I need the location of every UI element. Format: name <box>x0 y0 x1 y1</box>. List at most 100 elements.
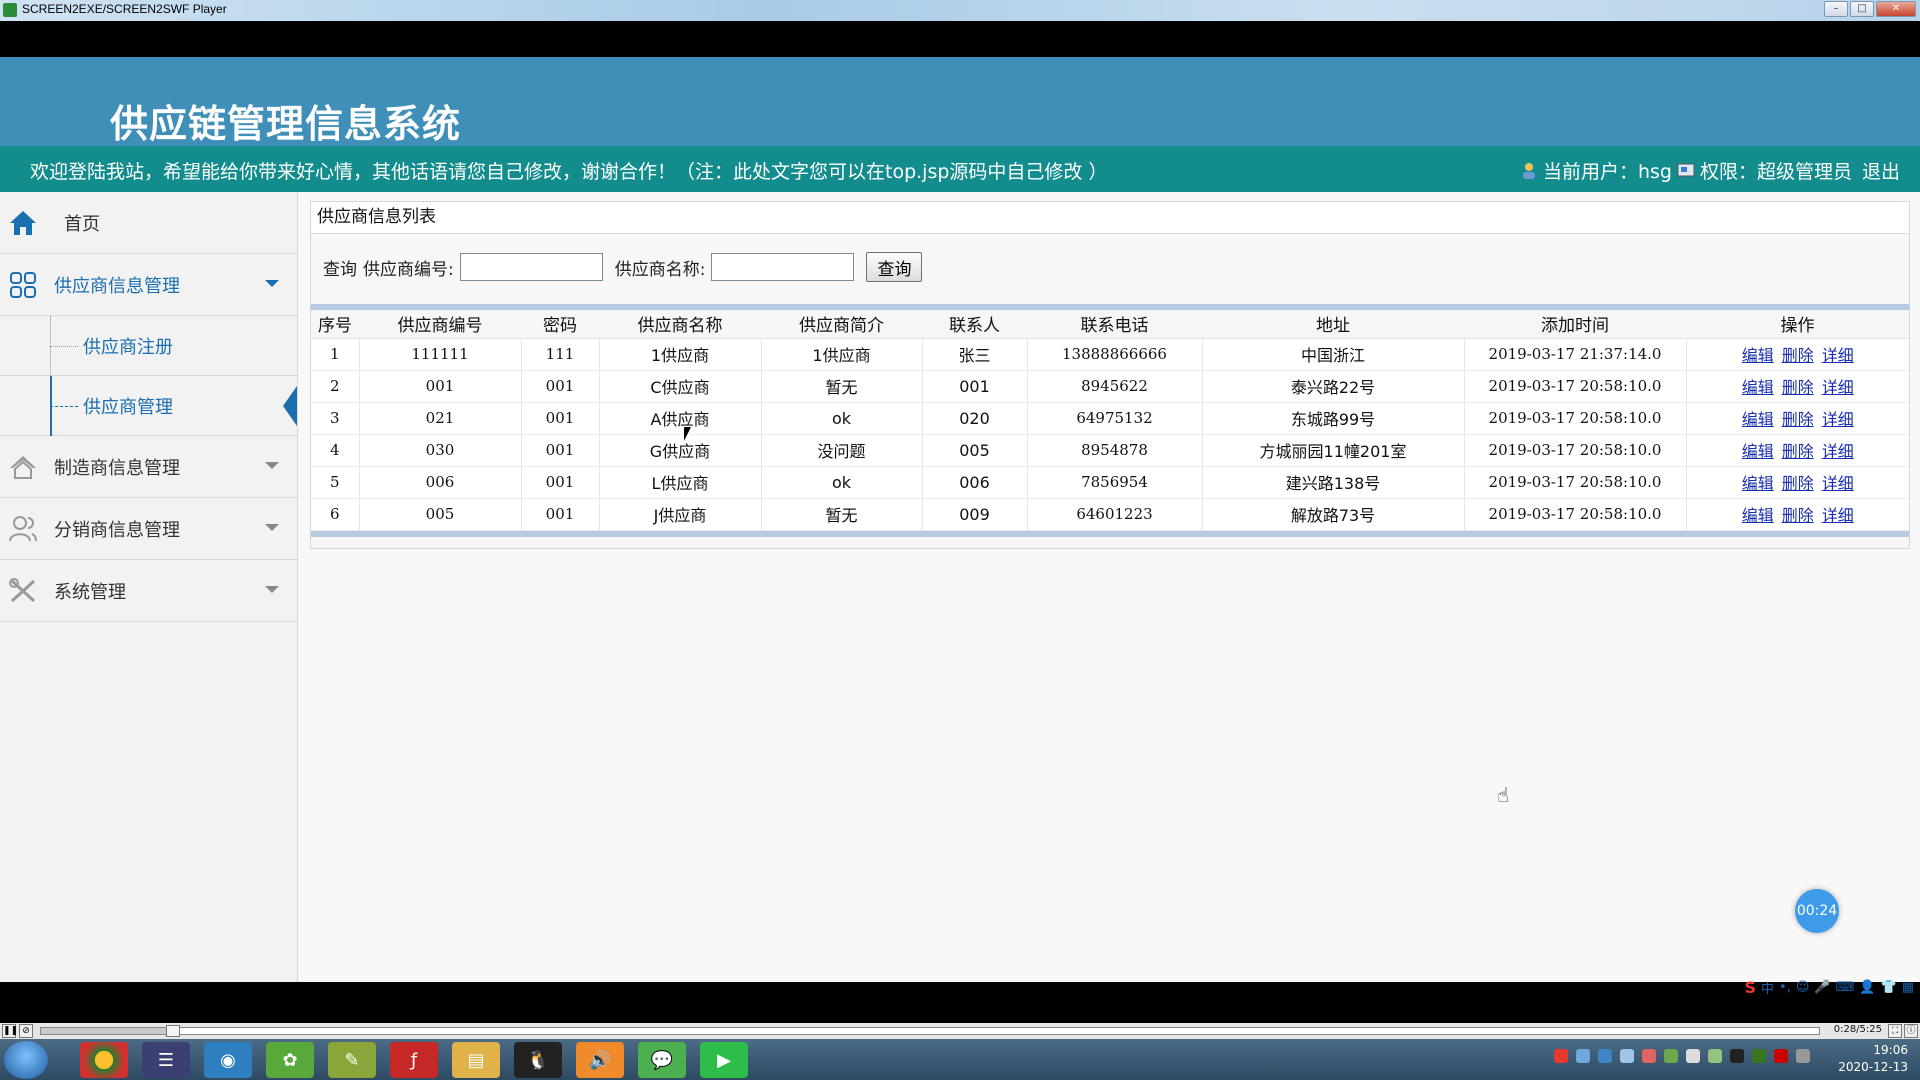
sidebar-group-distributor[interactable]: 分销商信息管理 <box>0 498 297 560</box>
supplier-name-input[interactable] <box>711 253 855 281</box>
delete-link[interactable]: 删除 <box>1782 346 1814 365</box>
edit-link[interactable]: 编辑 <box>1742 474 1774 493</box>
cell-password: 001 <box>521 370 600 403</box>
sogou-icon[interactable]: S <box>1744 978 1756 997</box>
start-button[interactable] <box>4 1041 48 1079</box>
qq-icon[interactable]: 🐧 <box>514 1042 562 1078</box>
volume-tray-icon[interactable] <box>1686 1049 1700 1063</box>
edit-link[interactable]: 编辑 <box>1742 346 1774 365</box>
edit-link[interactable]: 编辑 <box>1742 410 1774 429</box>
fullscreen-button[interactable]: ⛶ <box>1888 1024 1902 1038</box>
table-row: 5 006 001 L供应商 ok 006 7856954 建兴路138号 20… <box>311 466 1909 499</box>
detail-link[interactable]: 详细 <box>1822 442 1854 461</box>
edit-link[interactable]: 编辑 <box>1742 506 1774 525</box>
maximize-button[interactable]: □ <box>1850 1 1874 17</box>
sidebar-group-supplier[interactable]: 供应商信息管理 <box>0 254 297 316</box>
sidebar-group-manufacturer[interactable]: 制造商信息管理 <box>0 436 297 498</box>
sidebar-item-supplier-manage[interactable]: 供应商管理 <box>0 376 297 436</box>
welcome-bar: 欢迎登陆我站，希望能给你带来好心情，其他话语请您自己修改，谢谢合作！（注：此处文… <box>0 146 1920 192</box>
seek-thumb[interactable] <box>165 1025 180 1037</box>
app-icon[interactable]: ✿ <box>266 1042 314 1078</box>
clock[interactable]: 19:06 2020-12-13 <box>1838 1042 1908 1076</box>
table-row: 4 030 001 G供应商 没问题 005 8954878 方城丽园11幢20… <box>311 434 1909 467</box>
delete-link[interactable]: 删除 <box>1782 442 1814 461</box>
delete-link[interactable]: 删除 <box>1782 378 1814 397</box>
browser-icon[interactable]: ◉ <box>204 1042 252 1078</box>
eclipse-icon[interactable]: ☰ <box>142 1042 190 1078</box>
detail-link[interactable]: 详细 <box>1822 378 1854 397</box>
folder-icon[interactable]: ▤ <box>452 1042 500 1078</box>
sidebar-group-system[interactable]: 系统管理 <box>0 560 297 622</box>
detail-link[interactable]: 详细 <box>1822 506 1854 525</box>
recorder-icon[interactable]: ▶ <box>700 1042 748 1078</box>
supplier-list-panel: 供应商信息列表 查询 供应商编号: 供应商名称: 查询 序号 供应商编号 密码 … <box>310 201 1910 549</box>
emoji-icon[interactable]: ☺ <box>1796 980 1810 995</box>
caret-down-icon <box>265 462 279 469</box>
search-button[interactable]: 查询 <box>866 252 923 282</box>
logout-link[interactable]: 退出 <box>1862 157 1900 184</box>
system-title: 供应链管理信息系统 <box>110 102 462 146</box>
delete-link[interactable]: 删除 <box>1782 410 1814 429</box>
wechat-icon[interactable]: 💬 <box>638 1042 686 1078</box>
supplier-name-label: 供应商名称: <box>614 259 706 280</box>
sidebar-item-home[interactable]: 首页 <box>0 192 297 254</box>
delete-link[interactable]: 删除 <box>1782 506 1814 525</box>
battery-tray-icon[interactable] <box>1752 1049 1766 1063</box>
column-header: 联系电话 <box>1027 310 1202 339</box>
cell-added-time: 2019-03-17 20:58:10.0 <box>1464 498 1687 531</box>
flash-icon[interactable]: ƒ <box>390 1042 438 1078</box>
player-app-icon <box>3 3 17 17</box>
ime-mode[interactable]: 中 <box>1761 978 1774 997</box>
cell-supplier-no: 006 <box>359 466 522 499</box>
audio-icon[interactable]: 🔊 <box>576 1042 624 1078</box>
minimize-button[interactable]: – <box>1824 1 1848 17</box>
sidebar-group-label: 系统管理 <box>54 581 126 603</box>
detail-link[interactable]: 详细 <box>1822 474 1854 493</box>
supplier-submenu: 供应商注册 供应商管理 <box>0 316 297 436</box>
flag-tray-icon[interactable] <box>1708 1049 1722 1063</box>
detail-link[interactable]: 详细 <box>1822 410 1854 429</box>
delete-link[interactable]: 删除 <box>1782 474 1814 493</box>
skin-icon[interactable]: 👕 <box>1881 980 1897 995</box>
info-button[interactable]: ⓘ <box>1904 1024 1918 1038</box>
detail-link[interactable]: 详细 <box>1822 346 1854 365</box>
sogou-tray-icon[interactable] <box>1554 1049 1568 1063</box>
pause-button[interactable]: ❚❚ <box>2 1024 18 1038</box>
speaker-tray-icon[interactable] <box>1774 1049 1788 1063</box>
cell-index: 2 <box>311 370 360 403</box>
punctuation-icon[interactable]: •, <box>1779 980 1791 995</box>
supplier-no-input[interactable] <box>459 253 603 281</box>
cell-supplier-intro: 没问题 <box>761 434 923 467</box>
seek-bar[interactable] <box>40 1025 1820 1037</box>
cell-index: 3 <box>311 402 360 435</box>
mic-icon[interactable]: 🎤 <box>1814 980 1830 995</box>
cell-supplier-no: 001 <box>359 370 522 403</box>
gear-tray-icon[interactable] <box>1642 1049 1656 1063</box>
stop-button[interactable]: ⊘ <box>19 1024 33 1038</box>
display-tray-icon[interactable] <box>1796 1049 1810 1063</box>
cloud-tray-icon[interactable] <box>1620 1049 1634 1063</box>
edit-link[interactable]: 编辑 <box>1742 442 1774 461</box>
cell-supplier-intro: ok <box>761 466 923 499</box>
edit-link[interactable]: 编辑 <box>1742 378 1774 397</box>
sidebar-item-supplier-register[interactable]: 供应商注册 <box>0 316 297 376</box>
cell-phone: 8945622 <box>1027 370 1203 403</box>
wechat-tray-icon[interactable] <box>1664 1049 1678 1063</box>
mouse-pointer-icon <box>684 427 691 441</box>
qq-tray-icon[interactable] <box>1730 1049 1744 1063</box>
keyboard-icon[interactable]: ⌨ <box>1836 980 1855 995</box>
cell-actions: 编辑 删除 详细 <box>1686 338 1909 371</box>
notepad-icon[interactable]: ✎ <box>328 1042 376 1078</box>
network-tray-icon[interactable] <box>1576 1049 1590 1063</box>
cell-supplier-name: C供应商 <box>599 370 762 403</box>
shield-tray-icon[interactable] <box>1598 1049 1612 1063</box>
table-row: 6 005 001 J供应商 暂无 009 64601223 解放路73号 20… <box>311 498 1909 531</box>
tools-icon <box>6 576 40 606</box>
close-button[interactable]: ✕ <box>1876 1 1916 17</box>
grid-icon[interactable]: ▦ <box>1902 980 1914 995</box>
chrome-icon[interactable] <box>80 1042 128 1078</box>
cell-actions: 编辑 删除 详细 <box>1686 466 1909 499</box>
user-icon[interactable]: 👤 <box>1859 980 1875 995</box>
caret-down-icon <box>265 280 279 287</box>
cell-supplier-intro: 1供应商 <box>761 338 923 371</box>
